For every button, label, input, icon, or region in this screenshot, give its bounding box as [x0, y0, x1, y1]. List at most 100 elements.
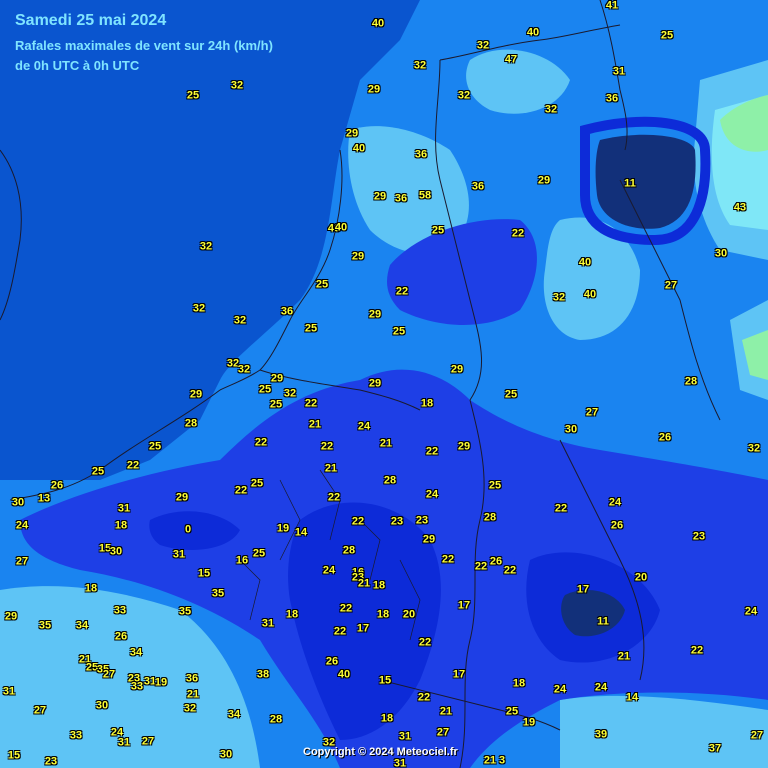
wind-value: 17 — [576, 583, 590, 596]
map-subtitle: Rafales maximales de vent sur 24h (km/h) — [15, 38, 273, 53]
wind-value: 29 — [367, 83, 381, 96]
wind-value: 22 — [339, 602, 353, 615]
wind-value: 31 — [393, 757, 407, 768]
wind-value: 23 — [415, 514, 429, 527]
wind-value: 24 — [608, 496, 622, 509]
wind-value: 22 — [254, 436, 268, 449]
wind-value: 27 — [664, 279, 678, 292]
wind-value: 32 — [283, 387, 297, 400]
wind-value: 25 — [91, 465, 105, 478]
wind-value: 22 — [474, 560, 488, 573]
cyan-zone-south — [560, 695, 768, 768]
wind-value: 22 — [126, 459, 140, 472]
wind-value: 29 — [189, 388, 203, 401]
wind-value: 47 — [504, 53, 518, 66]
wind-value: 17 — [457, 599, 471, 612]
wind-value: 13 — [37, 492, 51, 505]
wind-value: 32 — [183, 702, 197, 715]
wind-gust-map: Samedi 25 mai 2024 Rafales maximales de … — [0, 0, 768, 768]
wind-value: 30 — [714, 247, 728, 260]
wind-value: 21 — [324, 462, 338, 475]
wind-value: 38 — [256, 668, 270, 681]
wind-value: 22 — [304, 397, 318, 410]
wind-value: 36 — [280, 305, 294, 318]
wind-value: 27 — [585, 406, 599, 419]
wind-value: 40 — [337, 668, 351, 681]
wind-value: 29 — [270, 372, 284, 385]
wind-value: 33 — [130, 680, 144, 693]
wind-value: 24 — [15, 519, 29, 532]
wind-value: 30 — [11, 496, 25, 509]
wind-value: 27 — [436, 726, 450, 739]
wind-value: 15 — [378, 674, 392, 687]
wind-value: 25 — [431, 224, 445, 237]
wind-value: 18 — [372, 579, 386, 592]
wind-value: 19 — [154, 676, 168, 689]
wind-value: 36 — [471, 180, 485, 193]
wind-value: 41 — [605, 0, 619, 12]
wind-value: 18 — [376, 608, 390, 621]
wind-value: 24 — [425, 488, 439, 501]
wind-value: 19 — [522, 716, 536, 729]
wind-value: 18 — [512, 677, 526, 690]
wind-value: 32 — [199, 240, 213, 253]
wind-value: 24 — [322, 564, 336, 577]
wind-value: 30 — [95, 699, 109, 712]
wind-value: 28 — [483, 511, 497, 524]
wind-value: 20 — [402, 608, 416, 621]
wind-value: 29 — [368, 308, 382, 321]
wind-value: 29 — [450, 363, 464, 376]
wind-value: 15 — [7, 749, 21, 762]
wind-value: 25 — [269, 398, 283, 411]
wind-value: 21 — [483, 754, 497, 767]
wind-value: 22 — [234, 484, 248, 497]
wind-value: 22 — [554, 502, 568, 515]
wind-value: 26 — [610, 519, 624, 532]
wind-value: 40 — [371, 17, 385, 30]
wind-value: 40 — [334, 221, 348, 234]
wind-value: 22 — [327, 491, 341, 504]
wind-value: 31 — [117, 736, 131, 749]
wind-value: 18 — [380, 712, 394, 725]
wind-value: 31 — [261, 617, 275, 630]
map-background — [0, 0, 768, 768]
wind-value: 30 — [219, 748, 233, 761]
wind-value: 29 — [537, 174, 551, 187]
wind-value: 25 — [392, 325, 406, 338]
wind-value: 26 — [489, 555, 503, 568]
wind-value: 25 — [250, 477, 264, 490]
wind-value: 32 — [544, 103, 558, 116]
wind-value: 24 — [594, 681, 608, 694]
wind-value: 31 — [172, 548, 186, 561]
wind-value: 18 — [84, 582, 98, 595]
wind-value: 29 — [345, 127, 359, 140]
wind-value: 24 — [553, 683, 567, 696]
wind-value: 35 — [211, 587, 225, 600]
wind-value: 33 — [69, 729, 83, 742]
wind-value: 27 — [33, 704, 47, 717]
wind-value: 28 — [184, 417, 198, 430]
wind-value: 11 — [624, 177, 636, 190]
wind-value: 0 — [184, 523, 192, 536]
wind-value: 22 — [418, 636, 432, 649]
wind-value: 40 — [352, 142, 366, 155]
wind-value: 32 — [476, 39, 490, 52]
copyright-text: Copyright © 2024 Meteociel.fr — [303, 746, 458, 758]
wind-value: 29 — [175, 491, 189, 504]
wind-value: 25 — [186, 89, 200, 102]
wind-value: 23 — [692, 530, 706, 543]
wind-value: 23 — [44, 755, 58, 768]
wind-value: 35 — [38, 619, 52, 632]
wind-value: 21 — [186, 688, 200, 701]
wind-value: 22 — [511, 227, 525, 240]
wind-value: 31 — [117, 502, 131, 515]
wind-value: 11 — [597, 615, 609, 628]
wind-value: 36 — [605, 92, 619, 105]
wind-value: 40 — [526, 26, 540, 39]
navy-core-north — [595, 134, 696, 229]
wind-value: 34 — [129, 646, 143, 659]
wind-value: 32 — [552, 291, 566, 304]
wind-value: 22 — [503, 564, 517, 577]
wind-value: 40 — [578, 256, 592, 269]
wind-value: 19 — [276, 522, 290, 535]
